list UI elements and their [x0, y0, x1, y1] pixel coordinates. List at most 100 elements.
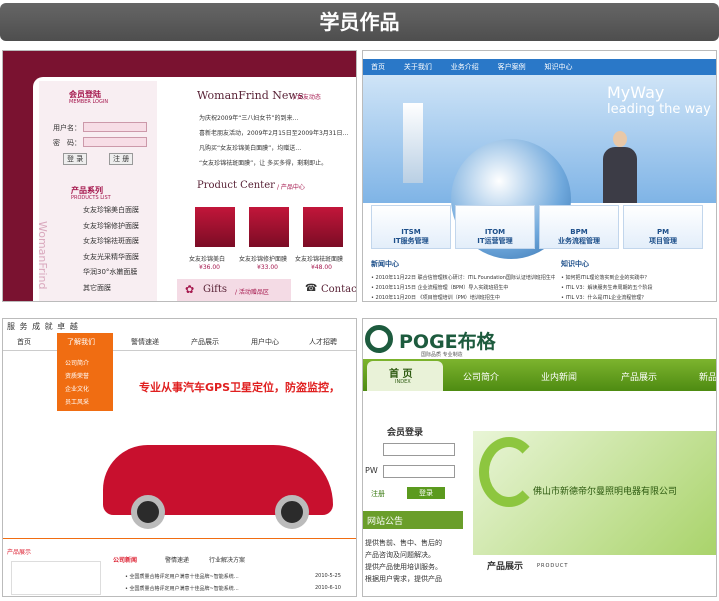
nav-item[interactable]: 知识中心 — [545, 63, 573, 71]
password-input[interactable] — [83, 137, 147, 147]
news-tab[interactable]: 公司新闻 — [113, 555, 137, 564]
nav-item[interactable]: 警情速递 — [131, 337, 159, 347]
news-item[interactable]: 喜新老朋友活动，2009年2月15日至2009年3月31日… — [199, 126, 356, 141]
nav-item[interactable]: 人才招聘 — [309, 337, 337, 347]
tile-sub: 业务流程管理 — [558, 237, 600, 245]
screenshot-poge: POGE布格 国际品质 专业制造 首 页 INDEX 公司简介 业内新闻 产品展… — [362, 318, 717, 597]
member-title: 会员登录 — [387, 428, 424, 438]
tile-bpm[interactable]: BPM 业务流程管理 — [539, 205, 619, 249]
product-image[interactable] — [249, 207, 289, 247]
news-title: WomanFrind News — [197, 89, 304, 102]
login-button[interactable]: 登录 — [407, 487, 445, 499]
nav-item-sub: INDEX — [395, 379, 411, 385]
series-item[interactable]: 其它面膜 — [83, 281, 139, 297]
nav-item[interactable]: 产品展示 — [621, 370, 657, 383]
nav-item[interactable]: 客户案例 — [498, 63, 526, 71]
screenshot-womanfrind: 会员登陆 MEMBER LOGIN 用户名： 密 码： 登 录 注 册 产品系列… — [2, 50, 357, 302]
hero-c-shape — [479, 437, 539, 507]
news-item[interactable]: • 全国质量合格评定用户满意十佳品牌~智能系统… — [125, 573, 239, 580]
member-login-sub: MEMBER LOGIN — [69, 99, 109, 105]
brand-vertical-text: WomanFrind — [36, 221, 49, 290]
news-item[interactable]: • 2010年11月22日 联合信管理核心研讨：ITIL Foundation国… — [371, 273, 555, 283]
nav-item[interactable]: 首页 — [371, 63, 385, 71]
dropdown-item[interactable]: 员工风采 — [65, 396, 89, 409]
nav-item[interactable]: 新品 — [699, 370, 716, 383]
person-image — [603, 147, 637, 203]
nav-item[interactable]: 首 页 — [389, 365, 412, 380]
tile-title: ITSM — [401, 228, 421, 236]
news-date: 2010-5-25 — [315, 573, 341, 579]
knowledge-list: • 如何把ITIL理论落实到企业的实践中？ • ITIL V3：解读服务生命周期… — [561, 273, 715, 301]
product-center-sub: / 产品中心 — [277, 184, 305, 191]
product-thumbnails[interactable] — [11, 561, 101, 595]
phone-icon: ☎ — [305, 283, 318, 294]
news-date: 2010-6-10 — [315, 585, 341, 591]
logo-text: POGE布格 — [399, 331, 496, 353]
product-image[interactable] — [195, 207, 235, 247]
knowledge-item[interactable]: • ITIL V3：解读服务生命周期的五个阶段 — [561, 283, 715, 293]
news-sub: / 女友动态 — [293, 94, 321, 101]
notice-line: 根据用户需求，提供产品 — [365, 575, 442, 583]
username-input[interactable] — [83, 122, 147, 132]
nav-item[interactable]: 产品展示 — [191, 337, 219, 347]
nav-item[interactable]: 业务介绍 — [451, 63, 479, 71]
product-name: 女友珍锦美白 — [189, 256, 226, 263]
nav-item[interactable]: 业内新闻 — [541, 370, 577, 383]
product-series-sub: PRODUCTS LIST — [71, 195, 111, 201]
knowledge-item[interactable]: • ITIL V3：什么是ITIL企业流程管理？ — [561, 293, 715, 301]
username-input[interactable] — [383, 443, 455, 456]
notice-line: 提供售前、售中、售后的 — [365, 539, 442, 547]
series-item[interactable]: 女友珍锦美白面膜 — [83, 203, 139, 219]
notice-text: 提供售前、售中、售后的 产品咨询及问题解决。 提供产品使用培训服务。 根据用户需… — [365, 537, 442, 585]
register-button[interactable]: 注 册 — [109, 153, 134, 165]
news-title: 新闻中心 — [371, 260, 399, 268]
product-image[interactable] — [303, 207, 343, 247]
register-link[interactable]: 注册 — [371, 489, 385, 499]
nav-item[interactable]: 用户中心 — [251, 337, 279, 347]
nav-item[interactable]: 了解我们 — [67, 337, 95, 347]
knowledge-item[interactable]: • 如何把ITIL理论落实到企业的实践中？ — [561, 273, 715, 283]
tile-sub: IT运营管理 — [477, 237, 513, 245]
notice-line: 产品咨询及问题解决。 — [365, 551, 435, 559]
dropdown-list: 公司简介 资质荣誉 企业文化 员工风采 — [65, 357, 89, 409]
product-price: ¥36.00 — [199, 264, 220, 271]
tile-title: PM — [656, 228, 670, 236]
nav-item[interactable]: 关于我们 — [404, 63, 432, 71]
gift-icon: ✿ — [185, 283, 195, 296]
nav-item[interactable]: 首页 — [17, 337, 31, 347]
product-price: ¥48.00 — [311, 264, 332, 271]
tile-itsm[interactable]: ITSM IT服务管理 — [371, 205, 451, 249]
notice-title: 网站公告 — [367, 517, 404, 527]
tile-title: ITOM — [484, 228, 506, 236]
hero-slogan: 专业从事汽车GPS卫星定位，防盗监控， — [139, 381, 341, 394]
news-item[interactable]: 凡购买“女友珍锦美白面膜”，均赠送… — [199, 141, 356, 156]
password-input[interactable] — [383, 465, 455, 478]
series-item[interactable]: 华润30°水嫩面膜 — [83, 265, 139, 281]
login-button[interactable]: 登 录 — [63, 153, 88, 165]
news-item[interactable]: • 2010年11月20日 《项目管理培训（PM）培训班招生中 — [371, 293, 555, 301]
product-title: 产品展示 — [487, 562, 524, 572]
hero-company: 佛山市新德帝尔曼照明电器有限公司 — [533, 487, 678, 497]
logo-icon — [365, 325, 393, 353]
tile-itom[interactable]: ITOM IT运营管理 — [455, 205, 535, 249]
product-sub: PRODUCT — [537, 563, 569, 569]
news-item[interactable]: • 全国质量合格评定用户满意十佳品牌~智能系统… — [125, 585, 239, 592]
nav-item[interactable]: 公司简介 — [463, 370, 499, 383]
news-list: • 2010年11月22日 联合信管理核心研讨：ITIL Foundation国… — [371, 273, 555, 301]
series-item[interactable]: 女友光采精华面膜 — [83, 250, 139, 266]
news-item[interactable]: 为庆祝2009年“三八妇女节”的到来… — [199, 111, 356, 126]
series-item[interactable]: 女友珍锦修护面膜 — [83, 219, 139, 235]
series-item[interactable]: 女友珍锦祛斑面膜 — [83, 234, 139, 250]
news-item[interactable]: “女友珍锦祛斑面膜”，让 多买多得，剩剩即止。 — [199, 156, 356, 171]
person-head — [613, 131, 627, 147]
tile-pm[interactable]: PM 项目管理 — [623, 205, 703, 249]
tile-title: BPM — [570, 228, 588, 236]
dropdown-item[interactable]: 公司简介 — [65, 357, 89, 370]
news-list: 为庆祝2009年“三八妇女节”的到来… 喜新老朋友活动，2009年2月15日至2… — [199, 111, 356, 171]
building-image — [403, 103, 423, 183]
dropdown-item[interactable]: 企业文化 — [65, 383, 89, 396]
dropdown-item[interactable]: 资质荣誉 — [65, 370, 89, 383]
news-item[interactable]: • 2010年11月15日 企业流程管理（BPM）导入实践班招生中 — [371, 283, 555, 293]
solutions-tab[interactable]: 行业解决方案 — [209, 555, 245, 564]
alerts-tab[interactable]: 警情速递 — [165, 555, 189, 564]
